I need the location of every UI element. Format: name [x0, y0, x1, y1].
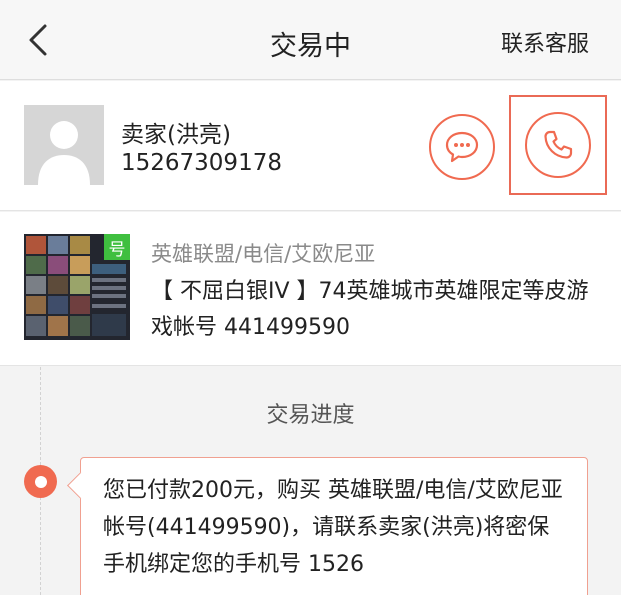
seller-name: 卖家(洪亮) [121, 122, 231, 148]
progress-section: 交易进度 您已付款200元，购买 英雄联盟/电信/艾欧尼亚 帐号(4414995… [0, 367, 621, 595]
product-category: 英雄联盟/电信/艾欧尼亚 [151, 242, 376, 266]
seller-card: 卖家(洪亮) 15267309178 [0, 81, 621, 211]
product-title: 【 不屈白银IV 】74英雄城市英雄限定等皮游戏帐号 441499590 [151, 279, 589, 340]
product-card[interactable]: 号 英雄联盟/电信/艾欧尼亚 【 不屈白银IV 】74英雄城市英雄限定等皮游戏帐… [0, 212, 621, 366]
phone-icon [544, 130, 573, 159]
back-button[interactable] [20, 22, 56, 58]
account-badge: 号 [104, 234, 130, 260]
progress-message-card: 您已付款200元，购买 英雄联盟/电信/艾欧尼亚 帐号(441499590)，请… [80, 457, 588, 595]
avatar [24, 105, 104, 185]
timeline-dot-icon [24, 465, 57, 498]
call-button[interactable] [525, 112, 591, 178]
seller-phone: 15267309178 [121, 150, 282, 176]
nav-header: 交易中 联系客服 [0, 0, 621, 80]
product-thumbnail: 号 [24, 234, 130, 340]
progress-title: 交易进度 [266, 403, 355, 428]
progress-message: 您已付款200元，购买 英雄联盟/电信/艾欧尼亚 帐号(441499590)，请… [103, 478, 563, 577]
chat-button[interactable] [429, 114, 495, 180]
chevron-left-icon [29, 24, 47, 56]
user-silhouette-icon [24, 105, 104, 185]
call-button-highlight[interactable] [509, 95, 607, 195]
contact-service-link[interactable]: 联系客服 [501, 26, 589, 58]
chat-bubble-icon [445, 131, 479, 163]
